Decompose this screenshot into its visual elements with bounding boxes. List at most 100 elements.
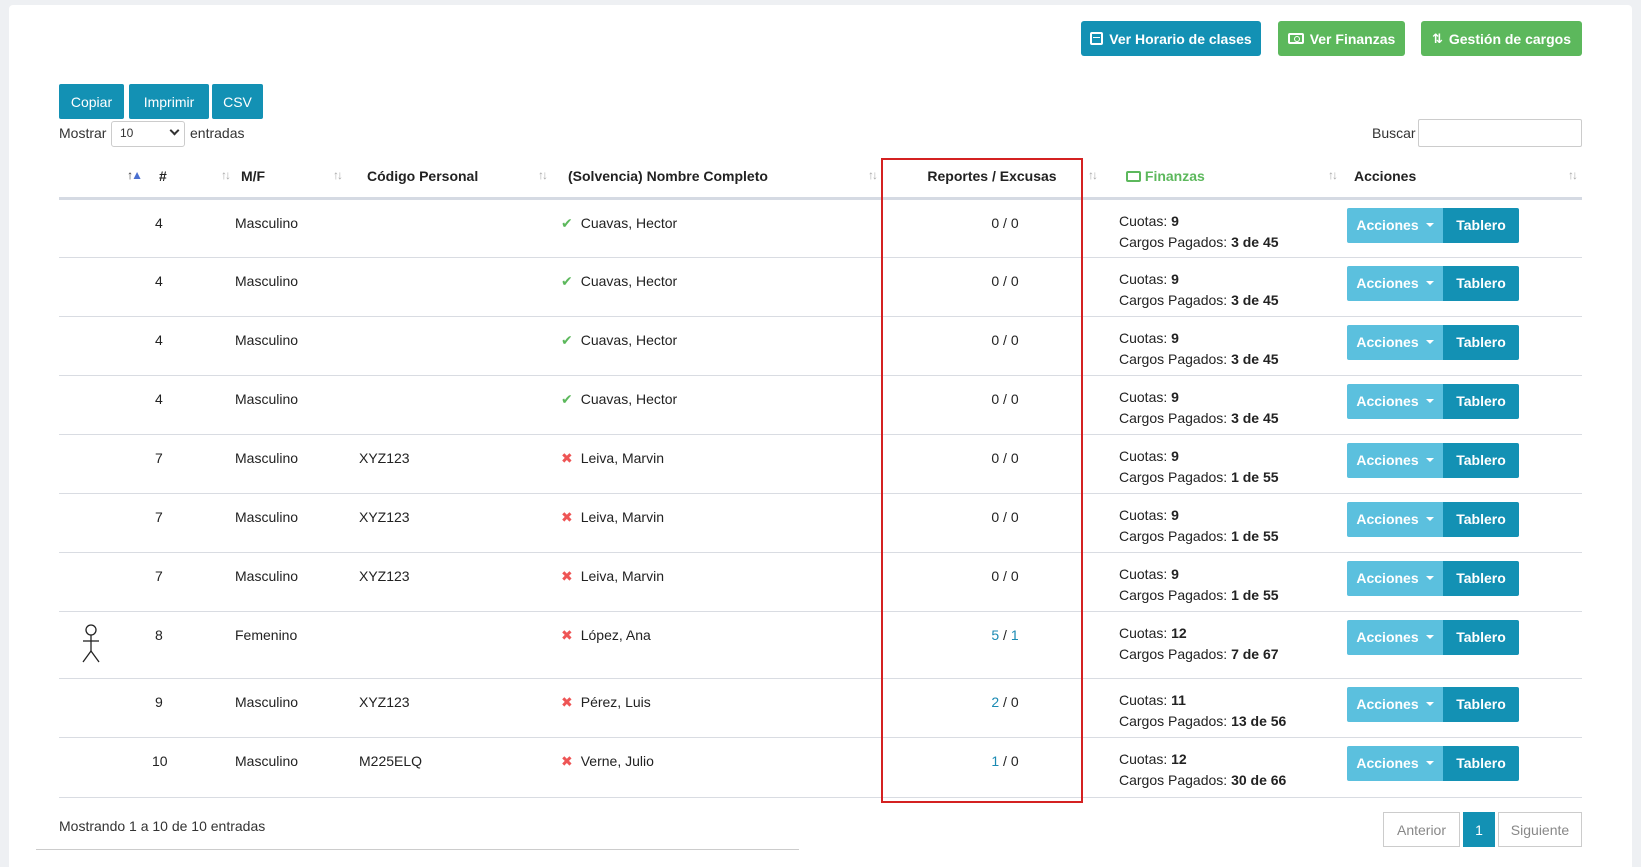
reports-count[interactable]: 2 — [991, 694, 999, 710]
actions-cell: Acciones Tablero — [1342, 678, 1582, 738]
table-row[interactable]: 7 Masculino XYZ123 ✖ Leiva, Marvin 0 / 0 … — [59, 552, 1582, 612]
avatar-cell — [59, 434, 147, 494]
table-row[interactable]: 4 Masculino ✔ Cuavas, Hector 0 / 0 Cuotas… — [59, 375, 1582, 435]
student-name[interactable]: Cuavas, Hector — [581, 332, 677, 348]
table-row[interactable]: 4 Masculino ✔ Cuavas, Hector 0 / 0 Cuotas… — [59, 316, 1582, 376]
caret-down-icon — [1425, 702, 1434, 706]
student-name[interactable]: Leiva, Marvin — [581, 568, 664, 584]
reports-count: 0 — [991, 508, 1000, 525]
table-row[interactable]: 7 Masculino XYZ123 ✖ Leiva, Marvin 0 / 0 … — [59, 493, 1582, 553]
caret-down-icon — [1425, 761, 1434, 765]
manage-charges-button[interactable]: ⇅ Gestión de cargos — [1421, 21, 1582, 56]
col-code-label: Código Personal — [367, 167, 479, 184]
print-button[interactable]: Imprimir — [129, 84, 209, 119]
student-name[interactable]: Cuavas, Hector — [581, 273, 677, 289]
student-name[interactable]: López, Ana — [581, 627, 651, 643]
page-1-button[interactable]: 1 — [1463, 812, 1495, 847]
col-avatar[interactable]: ↑▲ — [59, 155, 147, 200]
avatar-cell — [59, 316, 147, 376]
reports-count[interactable]: 5 — [991, 627, 999, 643]
cuotas-value: 9 — [1171, 212, 1179, 229]
actions-cell: Acciones Tablero — [1342, 316, 1582, 376]
col-actions[interactable]: Acciones ↑↓ — [1342, 155, 1582, 200]
avatar-cell — [59, 493, 147, 553]
student-name[interactable]: Leiva, Marvin — [581, 509, 664, 525]
cross-icon: ✖ — [561, 449, 573, 466]
excuses-count: 0 — [1010, 214, 1019, 231]
dashboard-button[interactable]: Tablero — [1443, 501, 1519, 537]
dashboard-button[interactable]: Tablero — [1443, 207, 1519, 243]
dashboard-button[interactable]: Tablero — [1443, 324, 1519, 360]
actions-dropdown-button[interactable]: Acciones — [1347, 442, 1443, 478]
chevron-down-icon — [169, 125, 180, 136]
reports-count[interactable]: 1 — [991, 753, 999, 769]
actions-dropdown-button[interactable]: Acciones — [1347, 501, 1443, 537]
table-row[interactable]: 8 Femenino ✖ López, Ana 5 / 1 Cuotas: 12 … — [59, 611, 1582, 679]
col-code[interactable]: Código Personal ↑↓ — [347, 155, 552, 200]
reports-count: 0 — [991, 331, 1000, 348]
dashboard-button[interactable]: Tablero — [1443, 442, 1519, 478]
dashboard-button[interactable]: Tablero — [1443, 686, 1519, 722]
student-name[interactable]: Verne, Julio — [581, 753, 654, 769]
table-row[interactable]: 7 Masculino XYZ123 ✖ Leiva, Marvin 0 / 0 … — [59, 434, 1582, 494]
dashboard-button[interactable]: Tablero — [1443, 745, 1519, 781]
actions-dropdown-button[interactable]: Acciones — [1347, 560, 1443, 596]
actions-dropdown-button[interactable]: Acciones — [1347, 324, 1443, 360]
cross-icon: ✖ — [561, 567, 573, 584]
entries-select[interactable]: 10 — [111, 121, 185, 147]
cuotas-value: 9 — [1171, 565, 1179, 582]
actions-label: Acciones — [1356, 275, 1419, 291]
search-input[interactable] — [1418, 119, 1582, 147]
actions-dropdown-button[interactable]: Acciones — [1347, 207, 1443, 243]
table-header-row: ↑▲ # ↑↓ M/F ↑↓ Código Personal ↑↓ (Solve… — [59, 155, 1582, 200]
view-finances-button[interactable]: Ver Finanzas — [1278, 21, 1405, 56]
number-cell: 8 — [147, 611, 235, 679]
dashboard-button[interactable]: Tablero — [1443, 383, 1519, 419]
student-name[interactable]: Cuavas, Hector — [581, 391, 677, 407]
cargos-label: Cargos Pagados: — [1119, 712, 1228, 729]
actions-cell: Acciones Tablero — [1342, 493, 1582, 553]
student-name[interactable]: Cuavas, Hector — [581, 215, 677, 231]
name-cell: ✖ Verne, Julio — [552, 737, 882, 798]
col-number[interactable]: # ↑↓ — [147, 155, 235, 200]
excuses-count[interactable]: 1 — [1011, 627, 1019, 643]
copy-button[interactable]: Copiar — [59, 84, 124, 119]
csv-button[interactable]: CSV — [212, 84, 263, 119]
dashboard-button[interactable]: Tablero — [1443, 265, 1519, 301]
actions-dropdown-button[interactable]: Acciones — [1347, 686, 1443, 722]
dashboard-button[interactable]: Tablero — [1443, 560, 1519, 596]
student-name[interactable]: Leiva, Marvin — [581, 450, 664, 466]
reports-count: 0 — [991, 567, 1000, 584]
col-number-label: # — [159, 167, 167, 184]
cuotas-label: Cuotas: — [1119, 624, 1168, 641]
cargos-label: Cargos Pagados: — [1119, 350, 1228, 367]
next-page-button[interactable]: Siguiente — [1498, 812, 1582, 847]
actions-dropdown-button[interactable]: Acciones — [1347, 619, 1443, 655]
sort-both-icon: ↑↓ — [333, 168, 343, 182]
sex-cell: Masculino — [235, 257, 347, 317]
col-reports[interactable]: Reportes / Excusas ↑↓ — [882, 155, 1102, 200]
excuses-count: 0 — [1010, 752, 1019, 769]
actions-dropdown-button[interactable]: Acciones — [1347, 265, 1443, 301]
actions-cell: Acciones Tablero — [1342, 552, 1582, 612]
actions-dropdown-button[interactable]: Acciones — [1347, 745, 1443, 781]
table-row[interactable]: 4 Masculino ✔ Cuavas, Hector 0 / 0 Cuotas… — [59, 198, 1582, 258]
col-name[interactable]: (Solvencia) Nombre Completo ↑↓ — [552, 155, 882, 200]
table-row[interactable]: 10 Masculino M225ELQ ✖ Verne, Julio 1 / 0… — [59, 737, 1582, 798]
student-name[interactable]: Pérez, Luis — [581, 694, 651, 710]
finances-cell: Cuotas: 9 Cargos Pagados: 1 de 55 — [1102, 493, 1342, 553]
avatar-cell — [59, 611, 147, 679]
cargos-value: 3 de 45 — [1231, 233, 1279, 250]
view-schedule-button[interactable]: Ver Horario de clases — [1081, 21, 1261, 56]
actions-group: Acciones Tablero — [1347, 265, 1519, 301]
reports-count: 0 — [991, 272, 1000, 289]
sex-cell: Masculino — [235, 678, 347, 738]
table-row[interactable]: 4 Masculino ✔ Cuavas, Hector 0 / 0 Cuotas… — [59, 257, 1582, 317]
caret-down-icon — [1425, 517, 1434, 521]
actions-dropdown-button[interactable]: Acciones — [1347, 383, 1443, 419]
prev-page-button[interactable]: Anterior — [1383, 812, 1460, 847]
table-row[interactable]: 9 Masculino XYZ123 ✖ Pérez, Luis 2 / 0 Cu… — [59, 678, 1582, 738]
col-finances[interactable]: Finanzas ↑↓ — [1102, 155, 1342, 200]
dashboard-button[interactable]: Tablero — [1443, 619, 1519, 655]
col-sex[interactable]: M/F ↑↓ — [235, 155, 347, 200]
